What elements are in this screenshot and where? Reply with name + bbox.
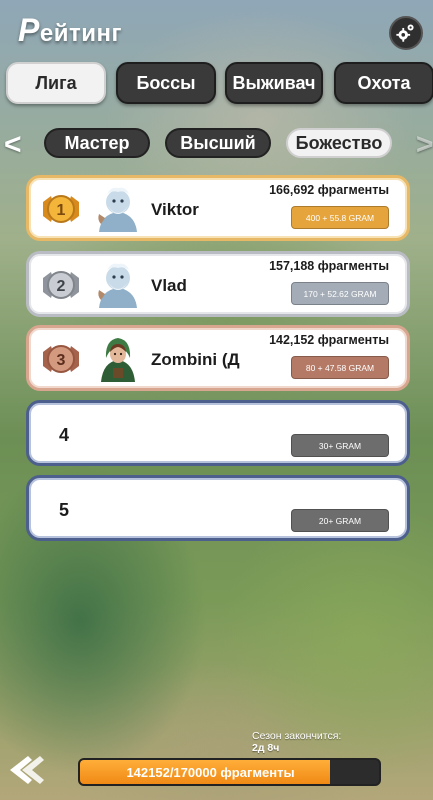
medal-rank: 1 [57,202,66,219]
player-name: Zombini (Д [151,350,240,369]
rank-number: 4 [59,425,70,445]
fragments-count: 142,152 фрагменты [269,333,389,347]
reward-badge: 170 + 52.62 GRAM [291,282,389,305]
tab-league[interactable]: Лига [6,62,106,104]
ranking-row[interactable]: 1 Viktor 166,692 фрагменты 400 + 55.8 GR… [26,175,410,241]
page-title: Рейтинг [18,12,122,49]
subtab-higher[interactable]: Высший [165,128,271,158]
tab-survival[interactable]: Выживач [225,62,323,104]
silver-medal-icon: 2 [43,271,79,299]
reward-badge: 20+ GRAM [291,509,389,532]
main-tabs: Лига Боссы Выживач Охота [4,62,433,108]
ranking-row[interactable]: 2 Vlad 157,188 фрагменты 170 + 52.62 GRA… [26,251,410,317]
rank-number: 5 [59,500,70,520]
ranking-row[interactable]: 3 Zombini (Д 142,152 фрагменты 80 + 47.5… [26,325,410,391]
tab-bosses[interactable]: Боссы [116,62,216,104]
hooded-archer-avatar [101,338,135,382]
ranking-row[interactable]: 5 20+ GRAM [26,475,410,541]
yeti-avatar [98,263,137,308]
tab-hunt[interactable]: Охота [334,62,433,104]
bronze-medal-icon: 3 [43,345,79,373]
medal-rank: 2 [57,278,66,295]
fragments-count: 166,692 фрагменты [269,183,389,197]
gear-icon [396,24,414,42]
player-name: Viktor [151,200,199,219]
medal-rank: 3 [57,352,66,369]
fragments-progress-bar: 142152/170000 фрагменты [78,758,381,786]
back-arrow-icon[interactable] [6,752,46,788]
season-end-label: Сезон закончится: [252,730,342,742]
fragments-count: 157,188 фрагменты [269,259,389,273]
gold-medal-icon: 1 [43,195,79,223]
reward-badge: 400 + 55.8 GRAM [291,206,389,229]
prev-arrow-icon[interactable]: < [4,128,22,162]
ranking-row[interactable]: 4 30+ GRAM [26,400,410,466]
progress-text: 142152/170000 фрагменты [126,764,295,780]
season-end-value: 2д 8ч [252,742,280,754]
subtab-master[interactable]: Мастер [44,128,150,158]
next-arrow-icon[interactable]: > [416,128,433,162]
settings-button[interactable] [389,16,423,50]
page-title-cap: Р [18,12,40,48]
reward-badge: 80 + 47.58 GRAM [291,356,389,379]
page-title-rest: ейтинг [39,20,122,47]
reward-badge: 30+ GRAM [291,434,389,457]
subtab-divinity[interactable]: Божество [286,128,392,158]
yeti-avatar [98,187,137,232]
player-name: Vlad [151,276,187,295]
